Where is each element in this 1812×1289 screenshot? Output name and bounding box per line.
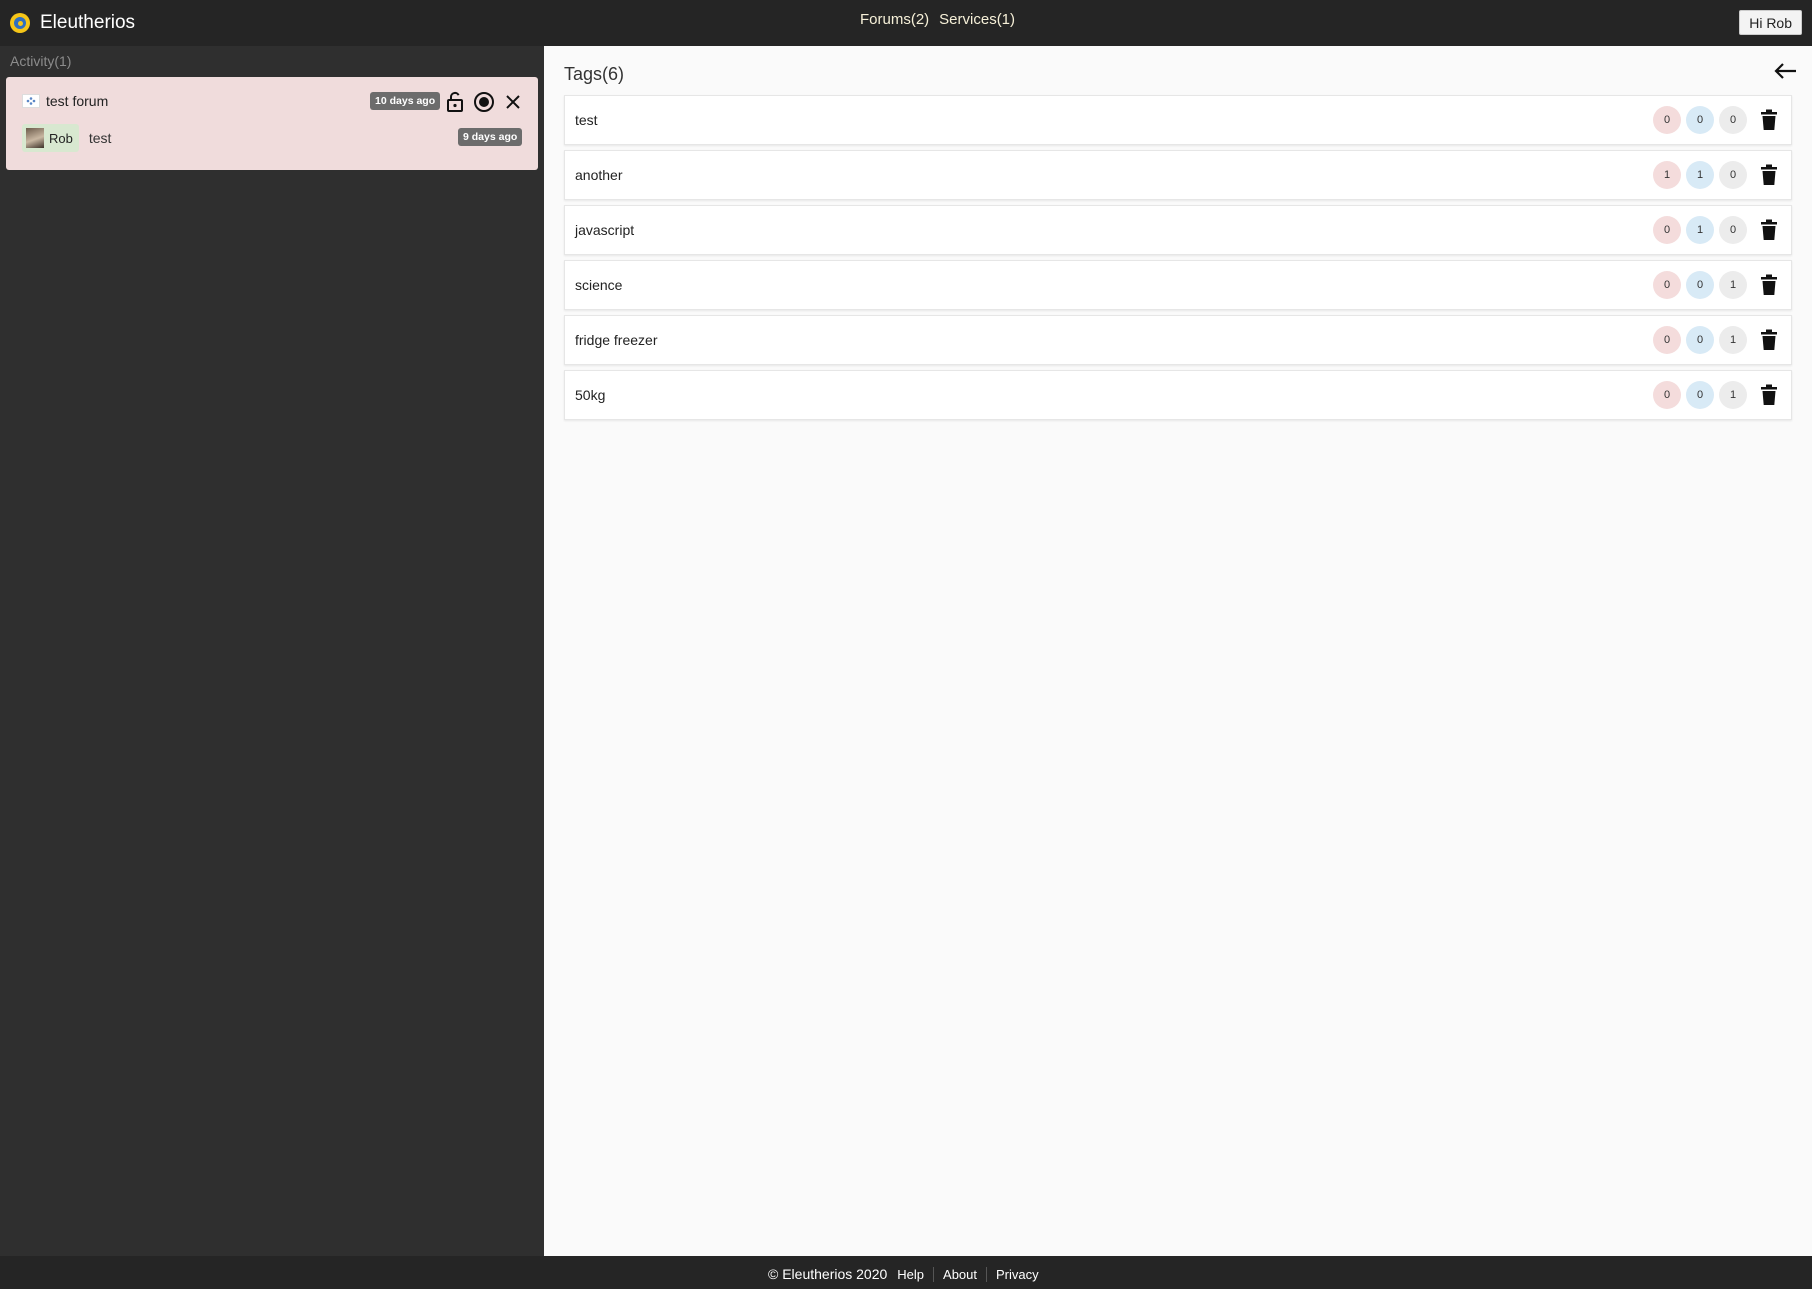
tag-row[interactable]: javascript 0 1 0: [564, 205, 1792, 255]
trash-icon[interactable]: [1759, 329, 1779, 351]
count-grey: 0: [1719, 216, 1747, 244]
user-greeting-button[interactable]: Hi Rob: [1739, 10, 1802, 35]
activity-sidebar: Activity(1) test forum 10 days ago Rob t…: [0, 46, 544, 1256]
footer-about-link[interactable]: About: [933, 1266, 986, 1282]
forum-icon: [22, 94, 40, 108]
logo-icon: [10, 13, 30, 33]
nav-services-link[interactable]: Services(1): [939, 11, 1015, 28]
copyright: © Eleutherios 2020: [768, 1266, 888, 1282]
tag-counts: 1 1 0: [1648, 161, 1747, 189]
tag-counts: 0 0 1: [1648, 381, 1747, 409]
top-bar: Eleutherios Forums(2) Services(1) Hi Rob: [0, 0, 1812, 46]
post-time-badge: 9 days ago: [458, 128, 523, 146]
count-red: 0: [1653, 106, 1681, 134]
forum-time-badge: 10 days ago: [370, 92, 441, 110]
tag-counts: 0 0 0: [1648, 106, 1747, 134]
record-icon[interactable]: [472, 90, 496, 114]
tag-row[interactable]: fridge freezer 0 0 1: [564, 315, 1792, 365]
count-blue: 0: [1686, 271, 1714, 299]
back-arrow-icon[interactable]: [1772, 60, 1798, 82]
avatar: [26, 128, 44, 148]
page-title: Tags(6): [564, 64, 625, 84]
tag-name[interactable]: another: [575, 167, 622, 183]
tag-row[interactable]: test 0 0 0: [564, 95, 1792, 145]
footer: © Eleutherios 2020 Help About Privacy: [0, 1256, 1812, 1289]
tag-list: test 0 0 0 another 1 1 0 javascript 0 1 …: [564, 95, 1792, 425]
tag-row[interactable]: science 0 0 1: [564, 260, 1792, 310]
count-red: 1: [1653, 161, 1681, 189]
card-actions: [443, 90, 530, 114]
tag-row[interactable]: 50kg 0 0 1: [564, 370, 1792, 420]
author-chip[interactable]: Rob: [22, 124, 79, 152]
count-blue: 0: [1686, 106, 1714, 134]
trash-icon[interactable]: [1759, 274, 1779, 296]
count-grey: 0: [1719, 106, 1747, 134]
count-red: 0: [1653, 216, 1681, 244]
sidebar-title: Activity(1): [10, 53, 72, 69]
count-grey: 1: [1719, 326, 1747, 354]
post-row[interactable]: Rob test: [22, 124, 111, 152]
tag-row[interactable]: another 1 1 0: [564, 150, 1792, 200]
count-red: 0: [1653, 271, 1681, 299]
tag-name[interactable]: 50kg: [575, 387, 605, 403]
tag-name[interactable]: science: [575, 277, 622, 293]
count-red: 0: [1653, 381, 1681, 409]
main-panel: Tags(6) test 0 0 0 another 1 1 0 javascr…: [544, 46, 1812, 1256]
count-blue: 1: [1686, 161, 1714, 189]
tag-name[interactable]: javascript: [575, 222, 634, 238]
brand[interactable]: Eleutherios: [10, 12, 135, 34]
forum-row[interactable]: test forum: [22, 93, 108, 109]
tag-name[interactable]: fridge freezer: [575, 332, 657, 348]
footer-help-link[interactable]: Help: [897, 1267, 933, 1282]
activity-card[interactable]: test forum 10 days ago Rob test 9 days a…: [6, 77, 538, 170]
footer-privacy-link[interactable]: Privacy: [986, 1266, 1048, 1282]
count-grey: 1: [1719, 271, 1747, 299]
count-grey: 0: [1719, 161, 1747, 189]
close-icon[interactable]: [501, 90, 525, 114]
trash-icon[interactable]: [1759, 219, 1779, 241]
count-red: 0: [1653, 326, 1681, 354]
trash-icon[interactable]: [1759, 109, 1779, 131]
post-text: test: [88, 130, 112, 146]
nav-forums-link[interactable]: Forums(2): [860, 11, 929, 28]
forum-name[interactable]: test forum: [46, 93, 108, 109]
tag-counts: 0 0 1: [1648, 326, 1747, 354]
tag-counts: 0 0 1: [1648, 271, 1747, 299]
author-name: Rob: [49, 130, 73, 146]
unlock-icon[interactable]: [443, 90, 467, 114]
top-nav: Forums(2) Services(1): [860, 11, 1025, 28]
count-grey: 1: [1719, 381, 1747, 409]
tag-counts: 0 1 0: [1648, 216, 1747, 244]
trash-icon[interactable]: [1759, 384, 1779, 406]
tag-name[interactable]: test: [575, 112, 598, 128]
trash-icon[interactable]: [1759, 164, 1779, 186]
count-blue: 0: [1686, 326, 1714, 354]
app-name: Eleutherios: [40, 12, 136, 33]
count-blue: 0: [1686, 381, 1714, 409]
count-blue: 1: [1686, 216, 1714, 244]
